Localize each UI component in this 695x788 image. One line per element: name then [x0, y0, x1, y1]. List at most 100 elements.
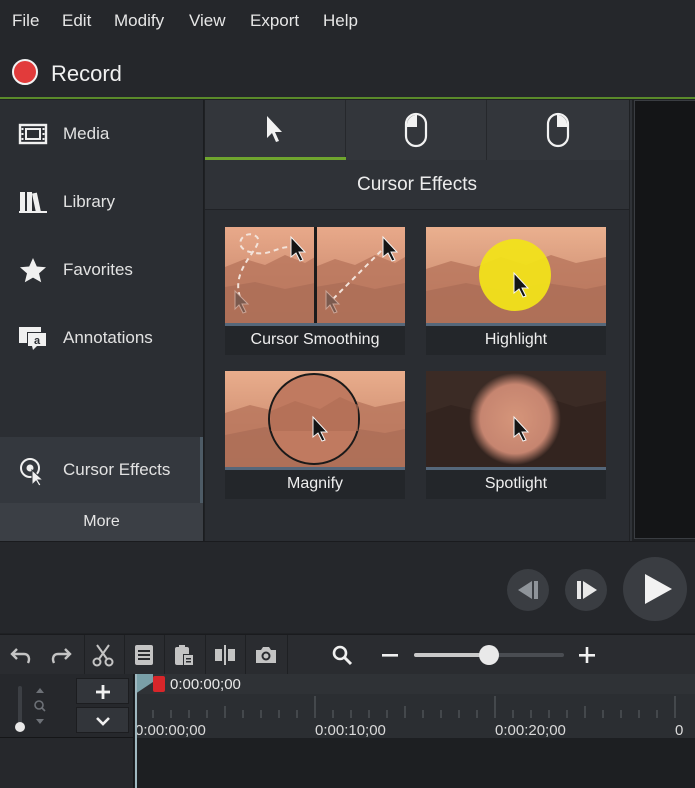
toolbar-separator [84, 635, 85, 675]
snapshot-icon[interactable] [254, 643, 278, 667]
card-label: Spotlight [484, 475, 548, 492]
toolbar-separator [287, 635, 288, 675]
panel-header: Cursor Effects [205, 160, 629, 210]
toolbar-separator [124, 635, 125, 675]
highlight-thumbnail [426, 227, 606, 323]
cursor-smoothing-thumbnail [225, 227, 405, 323]
playhead-line[interactable] [135, 674, 137, 788]
ruler-label-clipped: 0 [675, 722, 684, 739]
canvas-preview[interactable] [634, 100, 695, 539]
card-divider [426, 467, 606, 470]
sidebar-item-library[interactable]: Library [0, 168, 204, 236]
zoom-slider-thumb[interactable] [479, 645, 499, 665]
track-zoom-icon [34, 688, 46, 724]
undo-icon[interactable] [9, 643, 33, 667]
card-divider [426, 323, 606, 326]
zoom-in-icon[interactable] [575, 643, 599, 667]
step-forward-icon [577, 581, 597, 599]
cursor-smoothing-card[interactable]: Cursor Smoothing [225, 227, 405, 355]
record-label: Record [51, 61, 122, 86]
toolbar-separator [205, 635, 206, 675]
sidebar-item-media[interactable]: Media [0, 100, 204, 168]
zoom-search-icon [332, 645, 353, 666]
play-button[interactable] [623, 557, 687, 621]
toolbar-separator [164, 635, 165, 675]
sidebar-item-cursor-effects[interactable]: Cursor Effects [0, 437, 203, 503]
card-divider [225, 323, 405, 326]
play-icon [645, 574, 672, 604]
sidebar-item-label: Cursor Effects [63, 460, 171, 479]
tab-left-click[interactable] [346, 100, 487, 160]
cursor-effects-panel: Cursor Effects Cursor Smoothing Highligh… [205, 100, 629, 541]
chevron-down-icon [96, 717, 110, 726]
card-label: Cursor Smoothing [250, 331, 380, 348]
add-track-button[interactable] [76, 678, 129, 704]
sidebar-item-favorites[interactable]: Favorites [0, 236, 204, 304]
tab-cursor[interactable] [205, 100, 346, 160]
sidebar-item-label: Favorites [63, 260, 133, 279]
redo-icon[interactable] [49, 643, 73, 667]
library-books-icon [19, 192, 47, 213]
star-icon [20, 258, 46, 283]
card-label: Magnify [286, 475, 344, 492]
track-options-button[interactable] [76, 707, 129, 733]
sidebar-item-label: Annotations [63, 328, 153, 347]
plus-icon [96, 685, 110, 699]
zoom-slider-fill [414, 653, 489, 657]
timeline: 0:00:00;00 0:00:10;00 0:00:20;00 0 0:00:… [0, 674, 695, 788]
playhead-time: 0:00:00;00 [170, 676, 241, 693]
cursor-effects-icon [20, 458, 45, 487]
ruler-label: 0:00:00;00 [135, 722, 206, 739]
panel-title: Cursor Effects [356, 174, 478, 195]
menu-edit[interactable]: Edit [62, 11, 91, 31]
magnify-thumbnail [225, 371, 405, 467]
split-icon[interactable] [213, 643, 237, 667]
timeline-toolbar [0, 634, 695, 675]
film-icon [18, 123, 48, 145]
toolbar-separator [245, 635, 246, 675]
sidebar-item-label: Library [63, 192, 115, 211]
record-button[interactable]: Record [6, 50, 136, 92]
sidebar-item-annotations[interactable]: a Annotations [0, 304, 204, 372]
sidebar-item-label: Media [63, 124, 110, 143]
menu-export[interactable]: Export [250, 11, 299, 31]
card-label: Highlight [484, 331, 548, 348]
menu-view[interactable]: View [189, 11, 226, 31]
more-label: More [83, 513, 120, 530]
more-button[interactable]: More [0, 503, 203, 541]
zoom-out-icon[interactable] [378, 643, 402, 667]
tab-right-click[interactable] [487, 100, 629, 160]
track-height-thumb[interactable] [15, 722, 25, 732]
ruler-label: 0:00:10;00 [315, 722, 386, 739]
record-bar: Record [0, 42, 695, 99]
cursor-tab-icon [267, 116, 282, 142]
playhead-marker[interactable] [153, 676, 165, 692]
magnify-card[interactable]: Magnify [225, 371, 405, 499]
svg-text:a: a [34, 335, 41, 347]
spotlight-thumbnail [426, 371, 606, 467]
ruler-label: 0:00:20;00 [495, 722, 566, 739]
menu-help[interactable]: Help [323, 11, 358, 31]
track-divider [0, 737, 133, 738]
annotation-bubble-icon: a [19, 327, 47, 350]
playback-bar [0, 541, 695, 633]
canvas-area[interactable] [630, 100, 695, 541]
right-click-tab-icon [546, 112, 570, 148]
menu-bar: File Edit Modify View Export Help [0, 0, 695, 42]
record-dot-icon [12, 59, 38, 85]
sidebar: Media Library Favorites a Annotations Cu… [0, 100, 204, 541]
paste-icon[interactable] [172, 643, 196, 667]
highlight-card[interactable]: Highlight [426, 227, 606, 355]
previous-frame-button[interactable] [507, 569, 549, 611]
track-header [0, 674, 134, 788]
card-divider [225, 467, 405, 470]
menu-modify[interactable]: Modify [114, 11, 164, 31]
menu-file[interactable]: File [12, 11, 39, 31]
step-back-icon [518, 581, 538, 599]
cut-icon[interactable] [91, 643, 115, 667]
next-frame-button[interactable] [565, 569, 607, 611]
copy-icon[interactable] [132, 643, 156, 667]
spotlight-card[interactable]: Spotlight [426, 371, 606, 499]
ruler-ticks [135, 696, 676, 718]
track-height-slider[interactable] [14, 682, 26, 734]
